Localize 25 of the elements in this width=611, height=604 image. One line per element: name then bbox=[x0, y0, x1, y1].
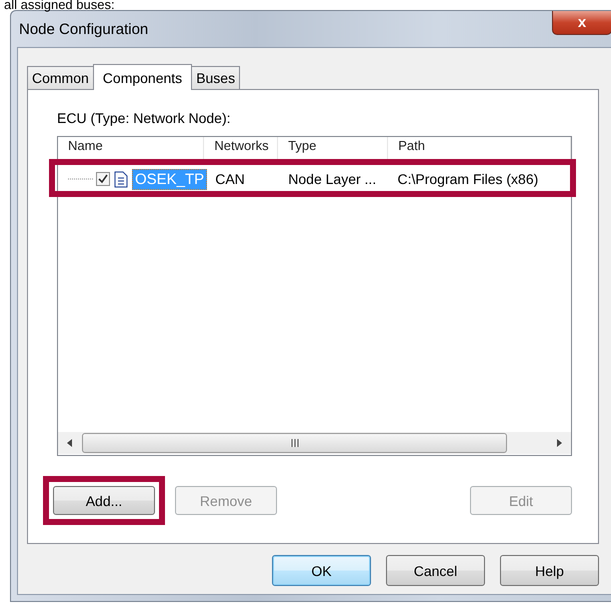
column-header[interactable]: Name bbox=[58, 137, 204, 162]
button[interactable]: Help bbox=[500, 555, 599, 586]
column-header[interactable]: Networks bbox=[204, 137, 278, 162]
tab[interactable]: Buses bbox=[191, 66, 240, 89]
table-cell-text: C:\Program Files (x86) bbox=[396, 171, 540, 187]
button[interactable]: Cancel bbox=[386, 555, 485, 586]
column-header[interactable]: Type bbox=[278, 137, 388, 162]
button[interactable]: OK bbox=[272, 555, 371, 586]
scroll-left-icon[interactable] bbox=[66, 438, 74, 448]
table-cell-text: CAN bbox=[214, 171, 246, 187]
tab[interactable]: Components bbox=[92, 64, 192, 90]
scrollbar-thumb[interactable] bbox=[82, 433, 507, 453]
scroll-right-icon[interactable] bbox=[555, 438, 563, 448]
horizontal-scrollbar[interactable] bbox=[58, 432, 571, 454]
window-title: Node Configuration bbox=[19, 20, 148, 38]
column-header[interactable]: Path bbox=[388, 137, 571, 162]
grip-icon bbox=[290, 439, 300, 447]
button[interactable]: Add... bbox=[53, 486, 155, 515]
document-icon bbox=[114, 170, 128, 188]
section-label: ECU (Type: Network Node): bbox=[57, 110, 232, 128]
tree-line-icon bbox=[68, 177, 94, 181]
checkbox[interactable] bbox=[96, 172, 110, 186]
table-cell-text: Node Layer ... bbox=[287, 171, 378, 187]
tab[interactable]: Common bbox=[27, 66, 94, 89]
close-button[interactable]: x bbox=[552, 11, 611, 35]
